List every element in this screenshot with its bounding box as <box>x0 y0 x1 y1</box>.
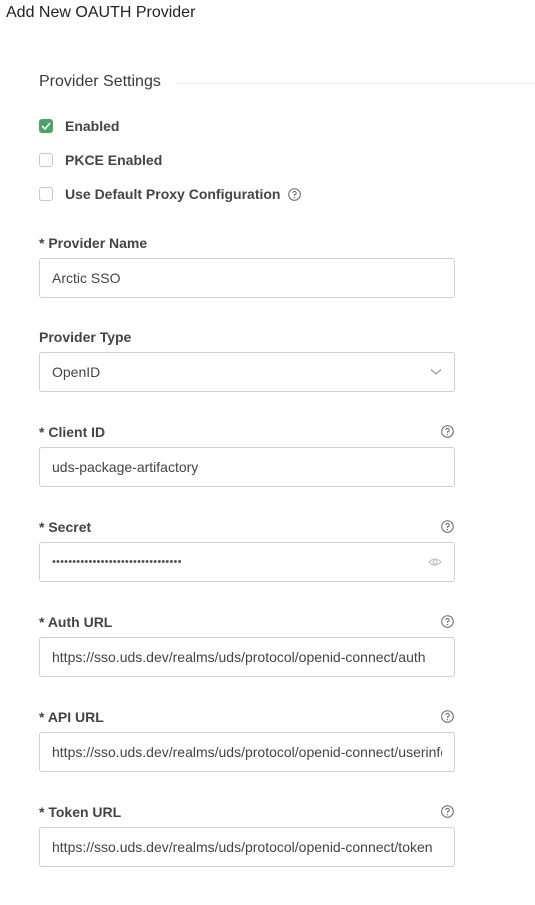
provider-type-select[interactable]: OpenID <box>39 352 455 392</box>
section-divider <box>176 82 535 84</box>
api-url-label: * API URL <box>39 709 104 725</box>
question-circle-icon[interactable] <box>441 520 454 533</box>
section-title: Provider Settings <box>39 73 161 90</box>
client-id-label: * Client ID <box>39 424 106 440</box>
chevron-down-icon <box>430 368 442 376</box>
question-circle-icon[interactable] <box>441 805 454 818</box>
client-id-input[interactable] <box>39 447 455 487</box>
enabled-label: Enabled <box>65 118 120 134</box>
provider-type-label: Provider Type <box>39 329 132 345</box>
question-circle-icon[interactable] <box>441 710 454 723</box>
secret-masked-value: •••••••••••••••••••••••••••••••• <box>52 556 182 568</box>
secret-label: * Secret <box>39 519 92 535</box>
eye-icon[interactable] <box>428 557 442 567</box>
proxy-checkbox-row[interactable]: Use Default Proxy Configuration <box>39 185 302 203</box>
token-url-label: * Token URL <box>39 804 122 820</box>
pkce-label: PKCE Enabled <box>65 152 163 168</box>
checkmark-icon <box>41 122 51 130</box>
pkce-checkbox-row[interactable]: PKCE Enabled <box>39 151 162 169</box>
enabled-checkbox[interactable] <box>39 119 53 133</box>
auth-url-label: * Auth URL <box>39 614 113 630</box>
provider-type-value: OpenID <box>52 364 101 380</box>
api-url-input[interactable] <box>39 732 455 772</box>
provider-name-input[interactable] <box>39 258 455 298</box>
page-title: Add New OAUTH Provider <box>6 4 196 21</box>
question-circle-icon[interactable] <box>441 615 454 628</box>
question-circle-icon[interactable] <box>441 425 454 438</box>
provider-name-label: * Provider Name <box>39 235 148 251</box>
proxy-label: Use Default Proxy Configuration <box>65 186 281 202</box>
secret-input[interactable]: •••••••••••••••••••••••••••••••• <box>39 542 455 582</box>
pkce-checkbox[interactable] <box>39 153 53 167</box>
token-url-input[interactable] <box>39 827 455 867</box>
auth-url-input[interactable] <box>39 637 455 677</box>
question-circle-icon[interactable] <box>288 187 302 201</box>
enabled-checkbox-row[interactable]: Enabled <box>39 117 119 135</box>
proxy-checkbox[interactable] <box>39 187 53 201</box>
section-header: Provider Settings <box>39 72 535 92</box>
